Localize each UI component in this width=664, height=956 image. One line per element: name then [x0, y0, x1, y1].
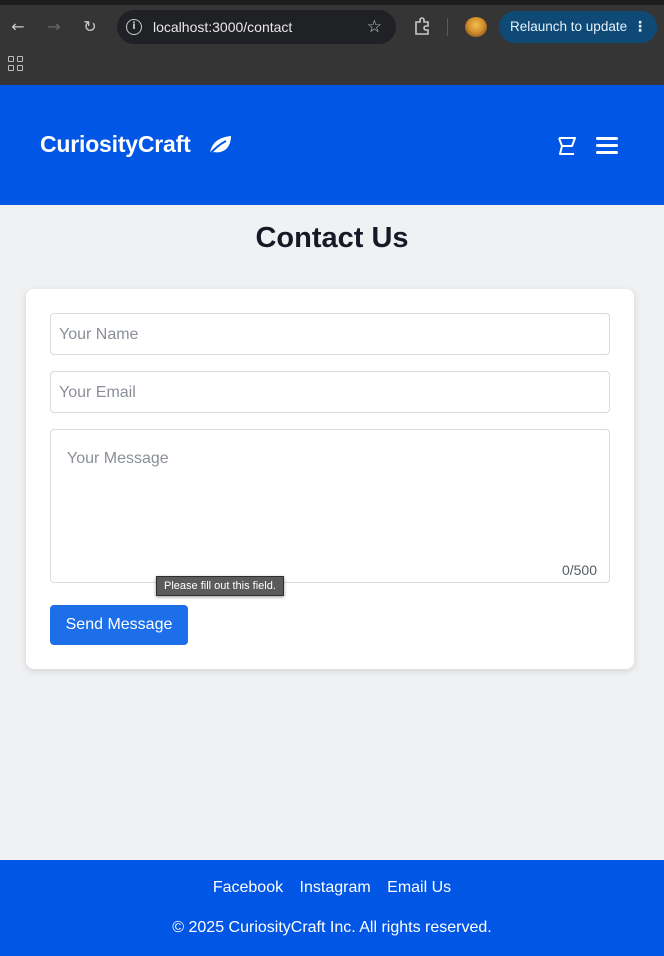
hamburger-menu-icon[interactable]	[596, 137, 618, 155]
email-input[interactable]: Your Email	[50, 371, 610, 413]
leaf-icon	[209, 136, 231, 155]
message-placeholder: Your Message	[67, 450, 169, 467]
address-bar[interactable]: i localhost:3000/contact ☆	[117, 10, 396, 44]
relaunch-button[interactable]: Relaunch to update ⋮	[499, 11, 657, 43]
url-text[interactable]: localhost:3000/contact	[153, 19, 292, 35]
footer-links: Facebook Instagram Email Us	[0, 879, 664, 897]
browser-chrome: ← → ↻ i localhost:3000/contact ☆ Relaunc…	[0, 0, 664, 85]
footer-link-facebook[interactable]: Facebook	[213, 879, 283, 896]
kebab-menu-icon[interactable]: ⋮	[633, 11, 647, 43]
email-placeholder: Your Email	[59, 384, 136, 401]
brand-logo-text[interactable]: CuriosityCraft	[40, 131, 191, 158]
tab-strip	[0, 0, 664, 5]
validation-tooltip: Please fill out this field.	[156, 576, 284, 596]
name-placeholder: Your Name	[59, 326, 139, 343]
cart-icon[interactable]	[556, 135, 578, 157]
site-info-icon[interactable]: i	[126, 19, 142, 35]
site-header: CuriosityCraft	[0, 85, 664, 205]
forward-arrow-icon[interactable]: →	[44, 17, 64, 37]
back-arrow-icon[interactable]: ←	[8, 17, 28, 37]
contact-form-card: Your Name Your Email Your Message 0/500 …	[26, 289, 634, 669]
message-textarea[interactable]: Your Message 0/500	[50, 429, 610, 583]
reload-icon[interactable]: ↻	[80, 17, 100, 37]
toolbar-divider	[447, 18, 448, 36]
footer-link-email[interactable]: Email Us	[387, 879, 451, 896]
relaunch-label: Relaunch to update	[510, 19, 628, 34]
page-title: Contact Us	[255, 222, 409, 254]
copyright-text: © 2025 CuriosityCraft Inc. All rights re…	[172, 919, 492, 936]
bookmark-star-icon[interactable]: ☆	[367, 17, 382, 37]
site-footer: Facebook Instagram Email Us © 2025 Curio…	[0, 860, 664, 956]
send-message-button[interactable]: Send Message	[50, 605, 188, 645]
footer-link-instagram[interactable]: Instagram	[300, 879, 371, 896]
character-counter: 0/500	[561, 562, 597, 578]
extensions-puzzle-icon[interactable]	[412, 16, 432, 36]
name-input[interactable]: Your Name	[50, 313, 610, 355]
apps-grid-icon[interactable]	[8, 56, 24, 72]
profile-avatar-icon[interactable]	[465, 17, 487, 37]
